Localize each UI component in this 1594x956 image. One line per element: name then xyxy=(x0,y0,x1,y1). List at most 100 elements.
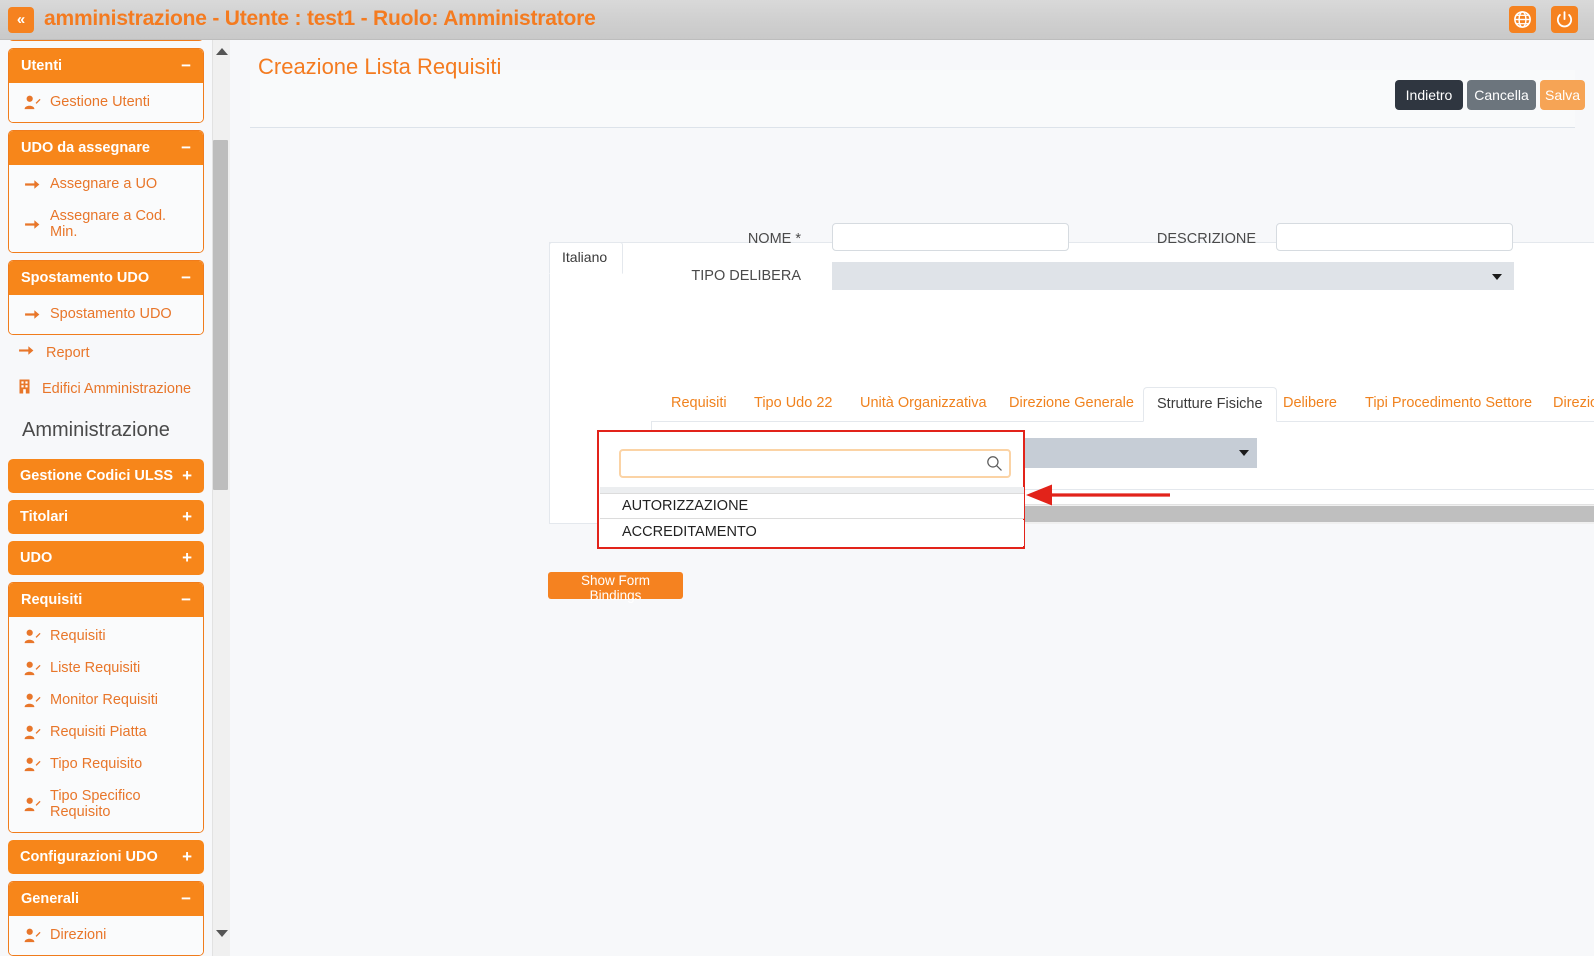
arrow-right-icon xyxy=(18,344,35,361)
sidebar-group-body: Assegnare a UO Assegnare a Cod. Min. xyxy=(9,165,203,252)
sidebar-group-body: Direzioni xyxy=(9,916,203,955)
sidebar-scrollbar-thumb[interactable] xyxy=(213,140,228,490)
sidebar-group-generali: Generali − Direzioni xyxy=(8,881,204,956)
tipo-procedimento-dropdown: AUTORIZZAZIONE ACCREDITAMENTO xyxy=(597,430,1025,549)
sidebar-item-gestione-utenti[interactable]: Gestione Utenti xyxy=(9,86,203,118)
sidebar-group-header-udo-da-assegnare[interactable]: UDO da assegnare − xyxy=(9,131,203,165)
plus-icon: + xyxy=(182,548,192,567)
minus-icon: − xyxy=(181,590,191,609)
sidebar-item-tipo-requisito[interactable]: Tipo Requisito xyxy=(9,748,203,780)
sidebar-group-header-gestione-codici-ulss[interactable]: Gestione Codici ULSS + xyxy=(8,459,204,493)
sidebar-group-label: UDO da assegnare xyxy=(21,140,150,156)
sidebar-group-header-titolari[interactable]: Titolari + xyxy=(8,500,204,534)
dropdown-option-autorizzazione[interactable]: AUTORIZZAZIONE xyxy=(600,493,1024,519)
sidebar-section-title: Amministrazione xyxy=(22,419,170,441)
sidebar-group-label: UDO xyxy=(20,550,53,566)
user-edit-icon xyxy=(23,757,41,772)
sidebar-item-edifici-amministrazione[interactable]: Edifici Amministrazione xyxy=(0,370,212,407)
sidebar-group-header-udo[interactable]: UDO + xyxy=(8,541,204,575)
app-title: amministrazione - Utente : test1 - Ruolo… xyxy=(44,7,596,30)
sidebar-item-spostamento-udo[interactable]: Spostamento UDO xyxy=(9,298,203,330)
sidebar-group-spostamento-udo: Spostamento UDO − Spostamento UDO xyxy=(8,260,204,335)
tab-tipo-udo-22[interactable]: Tipo Udo 22 xyxy=(741,387,845,422)
sidebar-item-requisiti[interactable]: Requisiti xyxy=(9,620,203,652)
sidebar-item-assegnare-a-cod-min[interactable]: Assegnare a Cod. Min. xyxy=(9,200,203,248)
tab-italiano[interactable]: Italiano xyxy=(549,242,623,274)
dropdown-search-input[interactable] xyxy=(619,449,1011,478)
minus-icon: − xyxy=(181,889,191,908)
tab-strip: Requisiti Tipo Udo 22 Unità Organizzativ… xyxy=(651,387,1594,422)
sidebar-group-label: Utenti xyxy=(21,58,63,74)
sidebar-group-header-utenti[interactable]: Utenti − xyxy=(9,49,203,83)
descrizione-input[interactable] xyxy=(1276,223,1513,251)
sidebar-group-configurazioni-udo: Configurazioni UDO + xyxy=(8,840,204,874)
sidebar-group-label: Generali xyxy=(21,891,80,907)
sidebar-group-utenti: Utenti − Gestione Utenti xyxy=(8,48,204,123)
tab-strutture-fisiche[interactable]: Strutture Fisiche xyxy=(1143,387,1277,422)
globe-icon[interactable] xyxy=(1509,6,1536,33)
sidebar-group-udo-da-assegnare: UDO da assegnare − Assegnare a UO Assegn… xyxy=(8,130,204,253)
sidebar-item-label: Gestione Utenti xyxy=(50,94,150,110)
sidebar-item-label: Report xyxy=(46,344,90,361)
sidebar-group-header-generali[interactable]: Generali − xyxy=(9,882,203,916)
sidebar-item-report[interactable]: Report xyxy=(0,335,212,370)
user-edit-icon xyxy=(23,928,41,943)
sidebar-group-titolari: Titolari + xyxy=(8,500,204,534)
scroll-down-icon[interactable] xyxy=(216,930,228,937)
search-icon xyxy=(986,455,1003,477)
sidebar-collapse-icon[interactable]: « xyxy=(8,7,34,33)
scroll-up-icon[interactable] xyxy=(216,48,228,55)
sidebar-item-label: Liste Requisiti xyxy=(50,660,141,676)
tab-unita-organizzativa[interactable]: Unità Organizzativa xyxy=(847,387,1000,422)
user-edit-icon xyxy=(23,661,41,676)
descrizione-label: DESCRIZIONE xyxy=(1156,231,1256,247)
sidebar-item-requisiti-piatta[interactable]: Requisiti Piatta xyxy=(9,716,203,748)
cancel-button[interactable]: Cancella xyxy=(1467,80,1536,110)
sidebar-item-label: Assegnare a Cod. Min. xyxy=(50,208,167,240)
arrow-right-icon xyxy=(23,218,41,231)
sidebar-group-label: Gestione Codici ULSS xyxy=(20,468,174,484)
sidebar-item-direzioni[interactable]: Direzioni xyxy=(9,919,203,951)
plus-icon: + xyxy=(182,507,192,526)
tab-direzione-generale-2[interactable]: Direzione generale xyxy=(1540,387,1594,422)
sidebar-group-partial xyxy=(8,40,204,41)
nome-input[interactable] xyxy=(832,223,1069,251)
tipo-delibera-select[interactable] xyxy=(832,262,1514,290)
top-bar: « amministrazione - Utente : test1 - Ruo… xyxy=(0,0,1594,40)
sidebar-item-label: Assegnare a UO xyxy=(50,176,158,192)
power-icon[interactable] xyxy=(1551,6,1578,33)
page-title: Creazione Lista Requisiti xyxy=(258,54,502,79)
sidebar-item-assegnare-a-uo[interactable]: Assegnare a UO xyxy=(9,168,203,200)
nome-label: NOME * xyxy=(747,231,801,247)
show-form-bindings-button[interactable]: Show Form Bindings xyxy=(548,572,683,603)
user-edit-icon xyxy=(23,95,41,110)
chevron-down-icon xyxy=(1492,274,1502,280)
sidebar-item-label: Requisiti xyxy=(50,628,106,644)
sidebar-item-liste-requisiti[interactable]: Liste Requisiti xyxy=(9,652,203,684)
sidebar-item-label: Tipo Requisito xyxy=(50,756,143,772)
sidebar-group-udo: UDO + xyxy=(8,541,204,575)
sidebar-group-label: Spostamento UDO xyxy=(21,270,150,286)
user-edit-icon xyxy=(23,725,41,740)
tab-tipi-procedimento-settore[interactable]: Tipi Procedimento Settore xyxy=(1352,387,1545,422)
dropdown-option-accreditamento[interactable]: ACCREDITAMENTO xyxy=(600,520,1024,546)
sidebar-group-body: Spostamento UDO xyxy=(9,295,203,334)
sidebar-item-label: Tipo Specifico Requisito xyxy=(50,788,141,820)
chevron-down-icon xyxy=(1239,450,1249,456)
tab-direzione-generale[interactable]: Direzione Generale xyxy=(996,387,1147,422)
sidebar-item-tipo-specifico-requisito[interactable]: Tipo Specifico Requisito xyxy=(9,780,203,828)
user-edit-icon xyxy=(23,629,41,644)
plus-icon: + xyxy=(182,847,192,866)
sidebar-item-monitor-requisiti[interactable]: Monitor Requisiti xyxy=(9,684,203,716)
tab-delibere[interactable]: Delibere xyxy=(1270,387,1350,422)
user-edit-icon xyxy=(23,797,41,812)
sidebar-group-header-spostamento-udo[interactable]: Spostamento UDO − xyxy=(9,261,203,295)
back-button[interactable]: Indietro xyxy=(1395,80,1463,110)
sidebar-item-label: Edifici Amministrazione xyxy=(42,380,192,397)
sidebar-group-header-requisiti[interactable]: Requisiti − xyxy=(9,583,203,617)
tab-requisiti[interactable]: Requisiti xyxy=(658,387,740,422)
sidebar-item-label: Direzioni xyxy=(50,927,107,943)
sidebar-group-header-configurazioni-udo[interactable]: Configurazioni UDO + xyxy=(8,840,204,874)
minus-icon: − xyxy=(181,268,191,287)
save-button[interactable]: Salva xyxy=(1540,80,1585,110)
